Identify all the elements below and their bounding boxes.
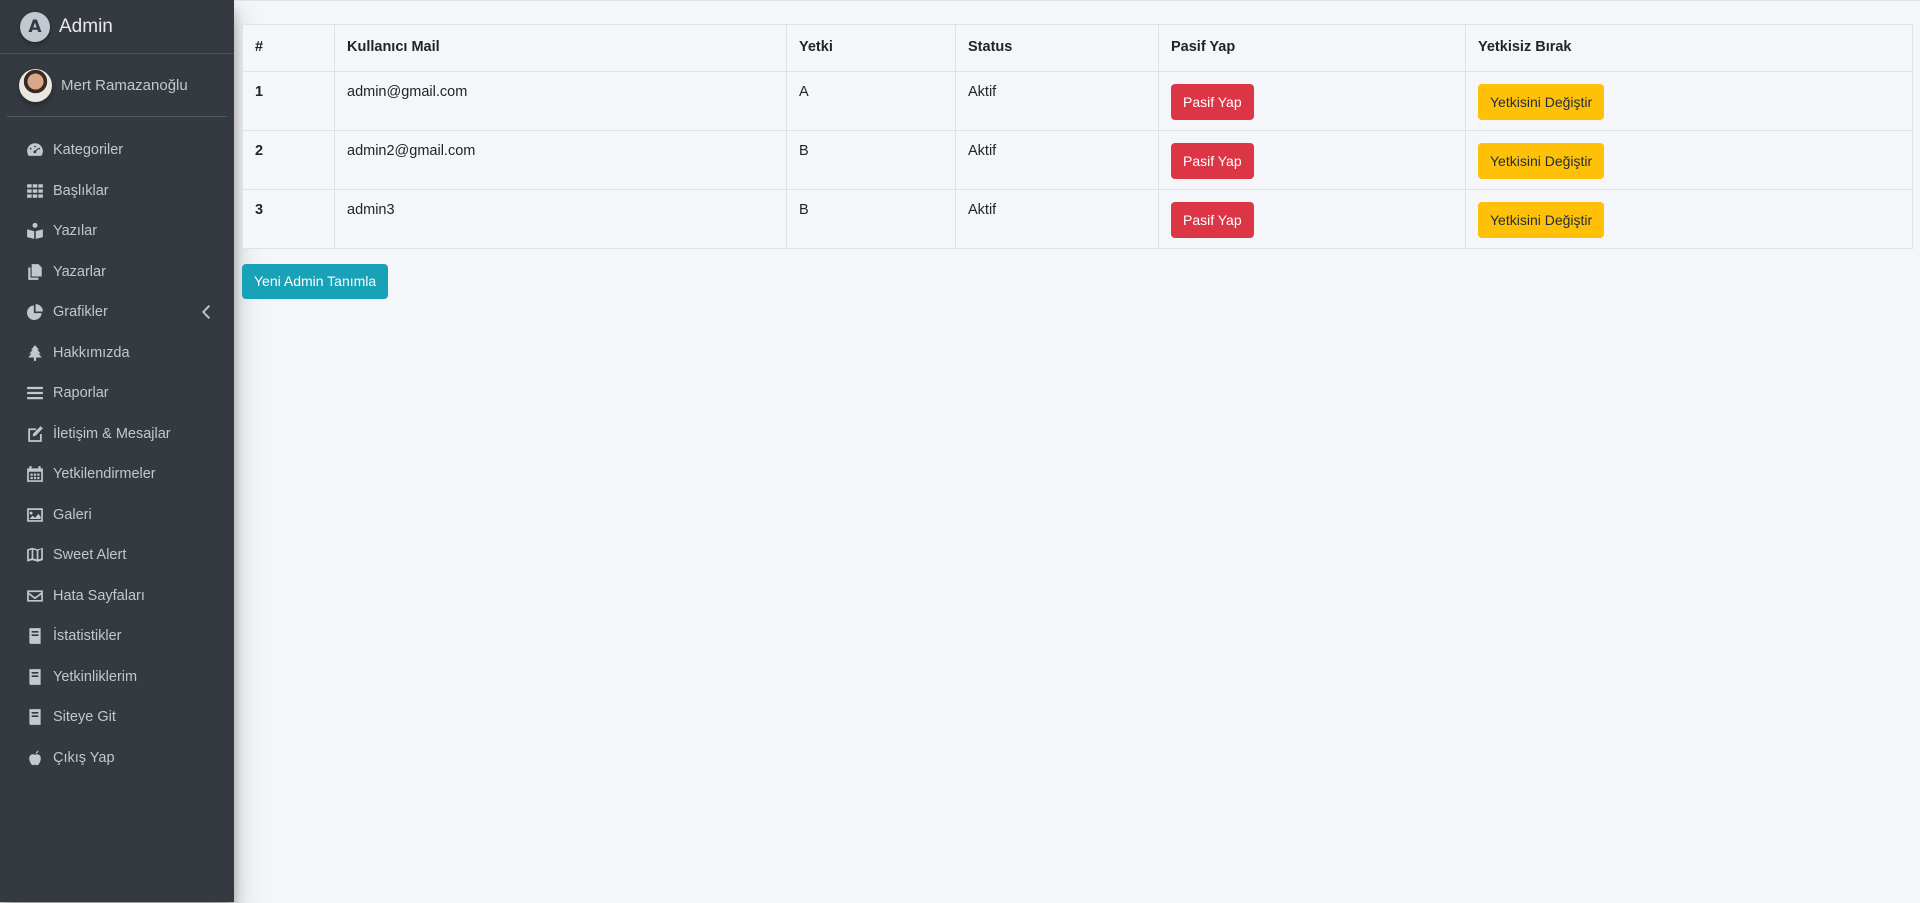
table-row: 1 admin@gmail.com A Aktif Pasif Yap Yetkisini…: [242, 71, 1913, 131]
chart-pie-icon: [26, 303, 44, 321]
column-header-id: #: [242, 24, 335, 72]
cell-role: A: [786, 71, 956, 131]
sidebar-item-grafikler[interactable]: Grafikler: [0, 292, 234, 333]
main-content: # Kullanıcı Mail Yetki Status Pasif Yap …: [234, 0, 1920, 903]
sidebar-item-label: Çıkış Yap: [53, 749, 115, 766]
sidebar-item-i-statistikler[interactable]: İstatistikler: [0, 616, 234, 657]
sidebar-item-yetkilendirmeler[interactable]: Yetkilendirmeler: [0, 454, 234, 495]
make-passive-button[interactable]: Pasif Yap: [1171, 84, 1254, 120]
envelope-icon: [26, 587, 44, 605]
sidebar-item-yetkinliklerim[interactable]: Yetkinliklerim: [0, 657, 234, 698]
book-icon: [26, 668, 44, 686]
brand-logo-letter: A: [28, 16, 42, 37]
cell-change-role: Yetkisini Değiştir: [1465, 189, 1913, 249]
cell-role: B: [786, 189, 956, 249]
make-passive-button[interactable]: Pasif Yap: [1171, 202, 1254, 238]
cell-passive: Pasif Yap: [1158, 130, 1466, 190]
sidebar-item-hata-sayfalari[interactable]: Hata Sayfaları: [0, 576, 234, 617]
sidebar-item-label: Yetkilendirmeler: [53, 466, 156, 483]
sidebar-item-label: Yetkinliklerim: [53, 668, 138, 685]
column-header-status: Status: [955, 24, 1159, 72]
sidebar-item-label: Hata Sayfaları: [53, 587, 145, 604]
column-header-mail: Kullanıcı Mail: [334, 24, 787, 72]
brand-link[interactable]: A Admin: [0, 0, 234, 54]
sidebar-item-hakkimizda[interactable]: Hakkımızda: [0, 333, 234, 374]
sidebar-item-cikis-yap[interactable]: Çıkış Yap: [0, 738, 234, 779]
sidebar-item-label: İletişim & Mesajlar: [53, 425, 171, 442]
cell-passive: Pasif Yap: [1158, 189, 1466, 249]
column-header-role: Yetki: [786, 24, 956, 72]
brand-title: Admin: [59, 15, 113, 37]
copy-icon: [26, 263, 44, 281]
sidebar-item-label: Yazarlar: [53, 263, 106, 280]
change-role-button[interactable]: Yetkisini Değiştir: [1478, 143, 1605, 179]
user-panel[interactable]: Mert Ramazanoğlu: [7, 54, 227, 117]
sidebar-item-kategoriler[interactable]: Kategoriler: [0, 130, 234, 171]
grid-icon: [26, 182, 44, 200]
sidebar-item-galeri[interactable]: Galeri: [0, 495, 234, 536]
table-header-row: # Kullanıcı Mail Yetki Status Pasif Yap …: [242, 24, 1913, 72]
sidebar-item-label: İstatistikler: [53, 628, 122, 645]
cell-role: B: [786, 130, 956, 190]
apple-icon: [26, 749, 44, 767]
sidebar-item-sweet-alert[interactable]: Sweet Alert: [0, 535, 234, 576]
cell-mail: admin@gmail.com: [334, 71, 787, 131]
column-header-unauthorize: Yetkisiz Bırak: [1465, 24, 1913, 72]
sidebar-item-label: Kategoriler: [53, 142, 124, 159]
map-icon: [26, 546, 44, 564]
sidebar-item-label: Siteye Git: [53, 709, 116, 726]
table-row: 2 admin2@gmail.com B Aktif Pasif Yap Yetkisin…: [242, 130, 1913, 190]
sidebar-item-raporlar[interactable]: Raporlar: [0, 373, 234, 414]
cell-status: Aktif: [955, 189, 1159, 249]
sidebar: A Admin Mert Ramazanoğlu Kategoriler Başl…: [0, 0, 234, 902]
cell-change-role: Yetkisini Değiştir: [1465, 71, 1913, 131]
edit-icon: [26, 425, 44, 443]
dashboard-icon: [26, 141, 44, 159]
admin-table: # Kullanıcı Mail Yetki Status Pasif Yap …: [242, 24, 1913, 249]
sidebar-item-label: Grafikler: [53, 304, 108, 321]
sidebar-item-label: Raporlar: [53, 385, 109, 402]
sidebar-nav: Kategoriler Başlıklar Yazılar Yazarlar Grafi…: [0, 130, 234, 778]
sidebar-item-siteye-git[interactable]: Siteye Git: [0, 697, 234, 738]
sidebar-item-label: Başlıklar: [53, 182, 109, 199]
calendar-icon: [26, 465, 44, 483]
cell-passive: Pasif Yap: [1158, 71, 1466, 131]
sidebar-item-label: Galeri: [53, 506, 92, 523]
change-role-button[interactable]: Yetkisini Değiştir: [1478, 84, 1605, 120]
change-role-button[interactable]: Yetkisini Değiştir: [1478, 202, 1605, 238]
image-icon: [26, 506, 44, 524]
book-reader-icon: [26, 222, 44, 240]
book-icon: [26, 708, 44, 726]
new-admin-button[interactable]: Yeni Admin Tanımla: [242, 264, 389, 299]
make-passive-button[interactable]: Pasif Yap: [1171, 143, 1254, 179]
brand-logo: A: [20, 11, 50, 42]
user-name[interactable]: Mert Ramazanoğlu: [61, 77, 188, 94]
cell-id: 2: [242, 130, 335, 190]
cell-id: 1: [242, 71, 335, 131]
cell-mail: admin3: [334, 189, 787, 249]
list-icon: [26, 384, 44, 402]
cell-id: 3: [242, 189, 335, 249]
chevron-left-icon[interactable]: [202, 305, 212, 319]
sidebar-item-basliklar[interactable]: Başlıklar: [0, 171, 234, 212]
book-icon: [26, 627, 44, 645]
avatar: [19, 68, 52, 102]
sidebar-item-yazarlar[interactable]: Yazarlar: [0, 252, 234, 293]
sidebar-item-i-letisim-mesajlar[interactable]: İletişim & Mesajlar: [0, 414, 234, 455]
cell-status: Aktif: [955, 71, 1159, 131]
tree-icon: [26, 344, 44, 362]
cell-status: Aktif: [955, 130, 1159, 190]
table-row: 3 admin3 B Aktif Pasif Yap Yetkisini Değiştir: [242, 189, 1913, 249]
sidebar-item-label: Sweet Alert: [53, 547, 127, 564]
sidebar-item-label: Yazılar: [53, 223, 98, 240]
column-header-passive: Pasif Yap: [1158, 24, 1466, 72]
cell-change-role: Yetkisini Değiştir: [1465, 130, 1913, 190]
cell-mail: admin2@gmail.com: [334, 130, 787, 190]
sidebar-item-label: Hakkımızda: [53, 344, 130, 361]
sidebar-item-yazilar[interactable]: Yazılar: [0, 211, 234, 252]
